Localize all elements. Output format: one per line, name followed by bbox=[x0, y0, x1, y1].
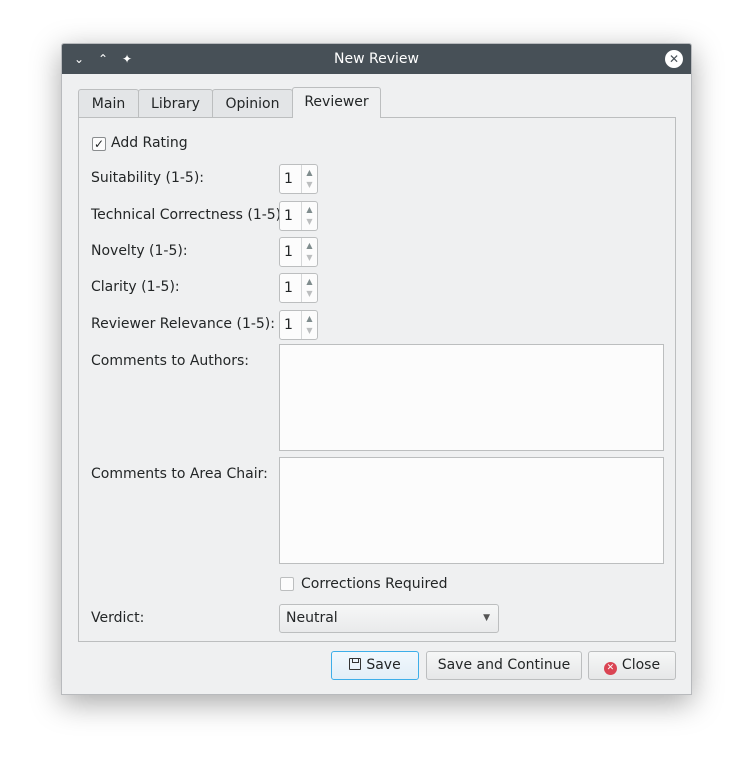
add-rating-label: Add Rating bbox=[111, 135, 188, 151]
clarity-spinbox[interactable]: 1 ▲ ▼ bbox=[279, 273, 318, 303]
tab-library[interactable]: Library bbox=[138, 89, 213, 117]
save-and-continue-label: Save and Continue bbox=[437, 657, 571, 673]
spin-arrows[interactable]: ▲ ▼ bbox=[301, 311, 317, 339]
verdict-value: Neutral bbox=[286, 610, 338, 626]
spin-arrows[interactable]: ▲ ▼ bbox=[301, 238, 317, 266]
tab-opinion[interactable]: Opinion bbox=[212, 89, 293, 117]
window-title: New Review bbox=[334, 51, 419, 67]
reviewer-panel: ✓ Add Rating Suitability (1-5): 1 ▲ ▼ Te… bbox=[78, 117, 676, 642]
save-and-continue-button[interactable]: Save and Continue bbox=[426, 651, 582, 680]
spin-arrows[interactable]: ▲ ▼ bbox=[301, 165, 317, 193]
technical-correctness-spinbox[interactable]: 1 ▲ ▼ bbox=[279, 201, 318, 231]
arrow-up-icon[interactable]: ▲ bbox=[302, 314, 317, 323]
close-button-label: Close bbox=[621, 657, 661, 673]
arrow-down-icon[interactable]: ▼ bbox=[302, 326, 317, 335]
close-button[interactable]: ✕ Close bbox=[588, 651, 676, 680]
save-button-label: Save bbox=[366, 657, 401, 673]
corrections-required-label: Corrections Required bbox=[301, 576, 448, 592]
spin-arrows[interactable]: ▲ ▼ bbox=[301, 202, 317, 230]
verdict-label: Verdict: bbox=[91, 610, 145, 626]
novelty-label: Novelty (1-5): bbox=[91, 243, 188, 259]
reviewer-relevance-label: Reviewer Relevance (1-5): bbox=[91, 316, 275, 332]
arrow-down-icon[interactable]: ▼ bbox=[302, 217, 317, 226]
title-bar[interactable]: ⌄ ⌃ ✦ New Review ✕ bbox=[62, 44, 691, 74]
arrow-down-icon[interactable]: ▼ bbox=[302, 180, 317, 189]
save-icon bbox=[349, 658, 362, 670]
add-rating-checkbox[interactable]: ✓ bbox=[92, 137, 106, 151]
suitability-spinbox[interactable]: 1 ▲ ▼ bbox=[279, 164, 318, 194]
clarity-value: 1 bbox=[284, 280, 293, 296]
arrow-down-icon[interactable]: ▼ bbox=[302, 289, 317, 298]
corrections-required-checkbox[interactable] bbox=[280, 577, 294, 591]
arrow-up-icon[interactable]: ▲ bbox=[302, 241, 317, 250]
novelty-value: 1 bbox=[284, 244, 293, 260]
verdict-select[interactable]: Neutral ▼ bbox=[279, 604, 499, 633]
comments-authors-textarea[interactable] bbox=[279, 344, 664, 451]
close-icon[interactable]: ✕ bbox=[665, 50, 683, 68]
suitability-label: Suitability (1-5): bbox=[91, 170, 205, 186]
reviewer-relevance-spinbox[interactable]: 1 ▲ ▼ bbox=[279, 310, 318, 340]
comments-authors-label: Comments to Authors: bbox=[91, 353, 249, 369]
cancel-icon: ✕ bbox=[603, 662, 617, 675]
save-button[interactable]: Save bbox=[331, 651, 419, 680]
arrow-up-icon[interactable]: ▲ bbox=[302, 205, 317, 214]
arrow-up-icon[interactable]: ▲ bbox=[302, 168, 317, 177]
comments-chair-label: Comments to Area Chair: bbox=[91, 466, 268, 482]
tab-reviewer[interactable]: Reviewer bbox=[292, 87, 381, 118]
technical-correctness-value: 1 bbox=[284, 208, 293, 224]
comments-chair-textarea[interactable] bbox=[279, 457, 664, 564]
dropdown-arrow-icon: ▼ bbox=[483, 613, 490, 623]
clarity-label: Clarity (1-5): bbox=[91, 279, 180, 295]
dialog-window: ⌄ ⌃ ✦ New Review ✕ Main Library Opinion … bbox=[61, 43, 692, 695]
arrow-up-icon[interactable]: ▲ bbox=[302, 277, 317, 286]
spin-arrows[interactable]: ▲ ▼ bbox=[301, 274, 317, 302]
technical-correctness-label: Technical Correctness (1-5): bbox=[91, 207, 286, 223]
reviewer-relevance-value: 1 bbox=[284, 317, 293, 333]
suitability-value: 1 bbox=[284, 171, 293, 187]
arrow-down-icon[interactable]: ▼ bbox=[302, 253, 317, 262]
tab-main[interactable]: Main bbox=[78, 89, 139, 117]
novelty-spinbox[interactable]: 1 ▲ ▼ bbox=[279, 237, 318, 267]
